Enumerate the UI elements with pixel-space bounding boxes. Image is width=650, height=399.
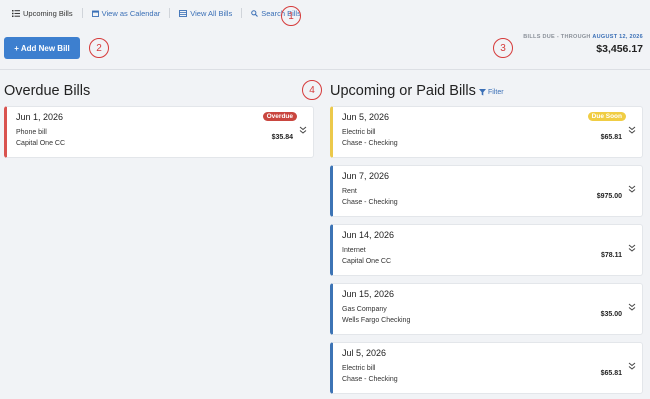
- bills-due-label: BILLS DUE - THROUGH AUGUST 12, 2026: [523, 34, 643, 40]
- bill-card[interactable]: Jun 1, 2026 Overdue Phone bill Capital O…: [4, 106, 314, 158]
- chevron-double-down-icon[interactable]: [628, 362, 636, 370]
- add-new-bill-button[interactable]: + Add New Bill: [4, 37, 80, 59]
- bill-card[interactable]: Jun 7, 2026 Rent Chase - Checking $975.0…: [330, 165, 643, 217]
- bill-amount: $35.84: [271, 134, 293, 141]
- bill-account: Wells Fargo Checking: [342, 317, 411, 324]
- bill-date: Jun 5, 2026: [342, 112, 390, 122]
- bill-date: Jun 14, 2026: [342, 230, 395, 240]
- list-icon: [12, 9, 20, 17]
- chevron-double-down-icon[interactable]: [628, 185, 636, 193]
- view-nav: Upcoming Bills View as Calendar View All…: [5, 3, 645, 23]
- nav-view-all-bills[interactable]: View All Bills: [179, 9, 232, 18]
- bill-amount: $65.81: [600, 370, 622, 377]
- filter-link[interactable]: Filter: [479, 89, 504, 96]
- callout-marker: 1: [281, 6, 301, 26]
- bill-name: Rent: [342, 188, 357, 195]
- bill-amount: $975.00: [596, 193, 622, 200]
- table-icon: [179, 9, 188, 17]
- chevron-double-down-icon[interactable]: [628, 244, 636, 252]
- bill-card[interactable]: Jun 15, 2026 Gas Company Wells Fargo Che…: [330, 283, 643, 335]
- upcoming-bills-title: Upcoming or Paid Bills: [330, 83, 476, 99]
- bill-account: Chase - Checking: [342, 140, 398, 147]
- bills-due-summary: BILLS DUE - THROUGH AUGUST 12, 2026 $3,4…: [523, 34, 643, 55]
- bill-card[interactable]: Jun 14, 2026 Internet Capital One CC $78…: [330, 224, 643, 276]
- callout-marker: 3: [493, 38, 513, 58]
- bill-account: Chase - Checking: [342, 199, 398, 206]
- chevron-double-down-icon[interactable]: [628, 303, 636, 311]
- bill-name: Electric bill: [342, 365, 376, 372]
- bill-name: Gas Company: [342, 306, 387, 313]
- bill-date: Jun 15, 2026: [342, 289, 395, 299]
- nav-view-calendar[interactable]: View as Calendar: [91, 8, 161, 18]
- bill-name: Electric bill: [342, 129, 376, 136]
- nav-label: View All Bills: [190, 8, 233, 18]
- calendar-icon: [91, 10, 99, 17]
- bills-due-date: AUGUST 12, 2026: [592, 34, 643, 40]
- bills-due-amount: $3,456.17: [596, 43, 643, 55]
- due-soon-badge: Due Soon: [587, 112, 626, 121]
- nav-upcoming-bills[interactable]: Upcoming Bills: [12, 9, 73, 18]
- nav-divider: [241, 8, 243, 18]
- callout-marker: 4: [302, 80, 322, 100]
- chevron-double-down-icon[interactable]: [628, 126, 636, 134]
- overdue-bills-title: Overdue Bills: [4, 83, 91, 99]
- bill-date: Jun 1, 2026: [16, 112, 64, 122]
- bill-amount: $65.81: [600, 134, 622, 141]
- filter-label: Filter: [488, 89, 504, 96]
- bill-card[interactable]: Jun 5, 2026 Due Soon Electric bill Chase…: [330, 106, 643, 158]
- bill-date: Jul 5, 2026: [342, 348, 387, 358]
- bill-amount: $78.11: [600, 252, 622, 259]
- bill-account: Capital One CC: [342, 258, 392, 265]
- bill-name: Internet: [342, 247, 366, 254]
- nav-divider: [81, 8, 83, 18]
- overdue-badge: Overdue: [262, 112, 297, 121]
- bill-name: Phone bill: [16, 129, 47, 136]
- bills-due-label-text: BILLS DUE - THROUGH: [523, 34, 591, 40]
- bill-amount: $35.00: [600, 311, 622, 318]
- chevron-double-down-icon[interactable]: [299, 126, 307, 134]
- nav-divider: [169, 8, 171, 18]
- bill-account: Chase - Checking: [342, 376, 398, 383]
- callout-marker: 2: [89, 38, 109, 58]
- filter-icon: [479, 89, 486, 96]
- nav-label: View as Calendar: [101, 8, 161, 18]
- nav-label: Upcoming Bills: [23, 8, 73, 18]
- header-divider: [0, 69, 650, 70]
- bill-account: Capital One CC: [16, 140, 66, 147]
- bill-card[interactable]: Jul 5, 2026 Electric bill Chase - Checki…: [330, 342, 643, 394]
- bill-date: Jun 7, 2026: [342, 171, 390, 181]
- search-icon: [251, 9, 259, 17]
